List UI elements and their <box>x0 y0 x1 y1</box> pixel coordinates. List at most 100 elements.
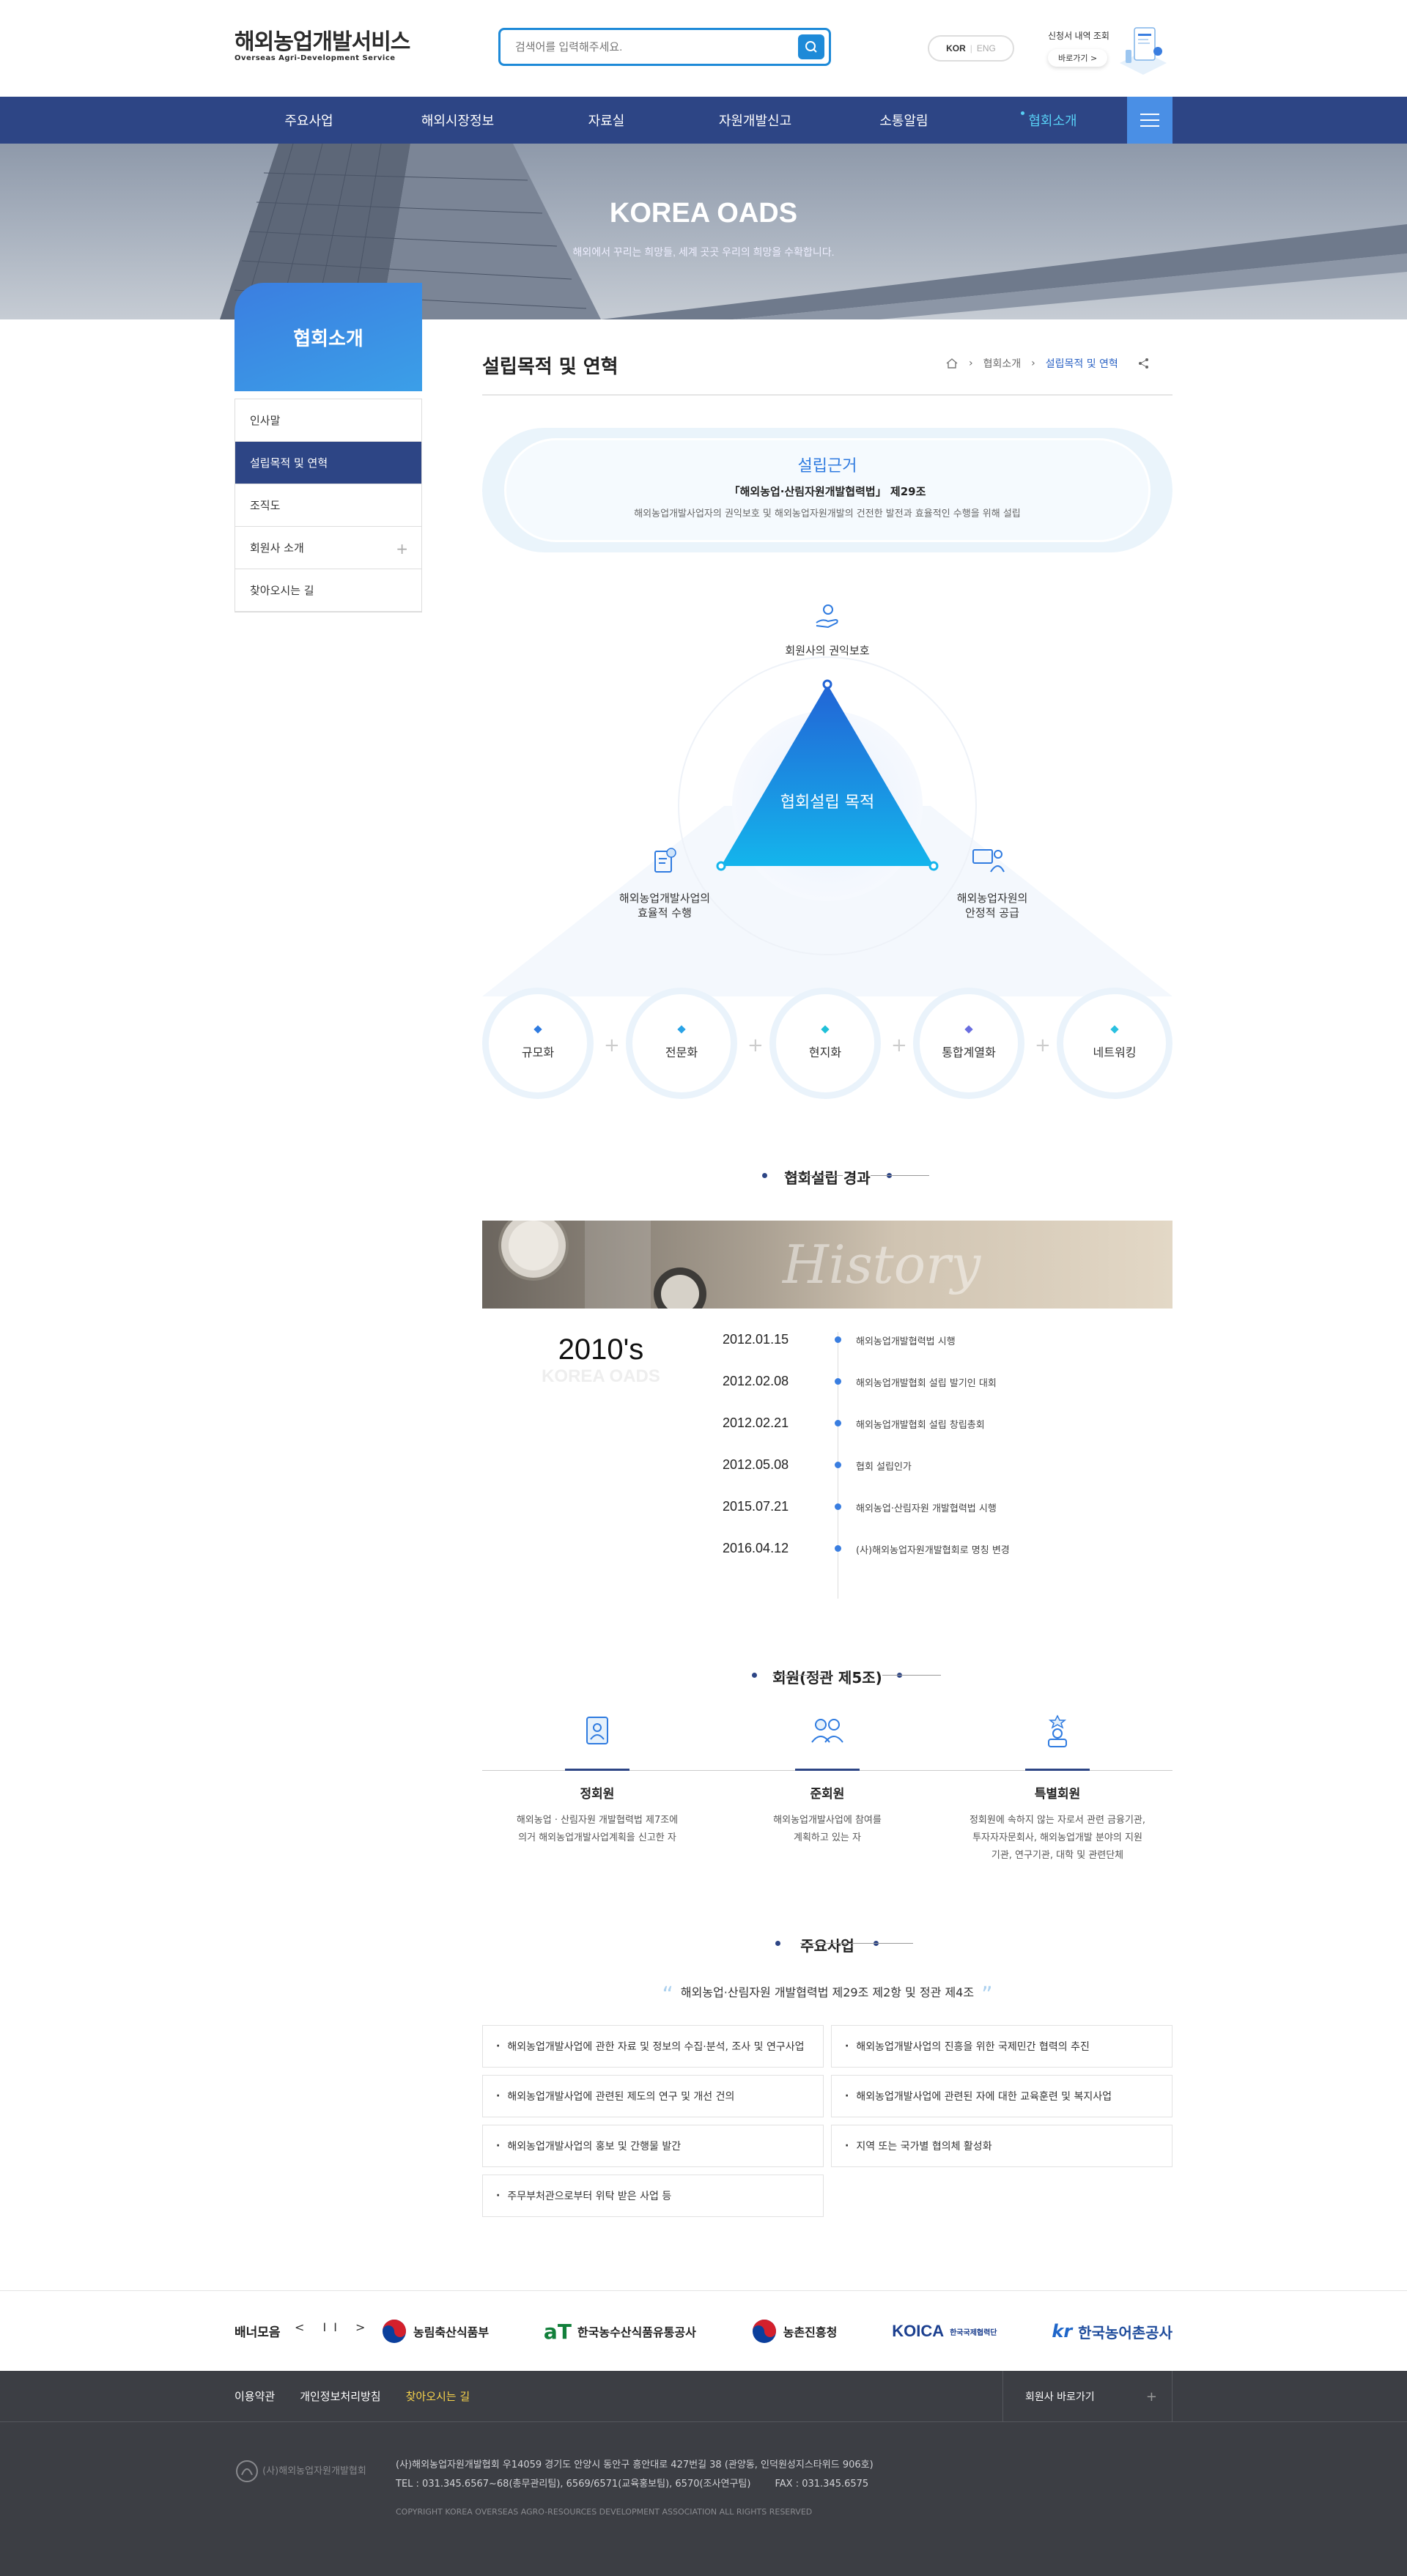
basis-title: 설립근거 <box>797 457 857 475</box>
strategy-circle: 네트워킹 <box>1057 988 1172 1099</box>
close-quote-icon: ” <box>981 1983 993 2008</box>
gnb-item-notice[interactable]: 소통알림 <box>830 97 978 144</box>
member-types: 정회원 해외농업 · 산림자원 개발협력법 제7조에 의거 해외농업개발사업계획을… <box>482 1714 1172 1883</box>
family-site-select[interactable]: 회원사 바로가기 + <box>1002 2371 1172 2422</box>
at-logo-icon: aT <box>543 2319 572 2344</box>
side-menu-members[interactable]: 회원사 소개 + <box>235 527 421 569</box>
diamond-icon <box>821 1025 830 1034</box>
home-icon[interactable] <box>945 358 959 369</box>
application-lookup: 신청서 내역 조회 바로가기 > <box>1048 27 1180 81</box>
side-menu-greeting[interactable]: 인사말 <box>235 399 421 442</box>
gnb-item-main-business[interactable]: 주요사업 <box>234 97 383 144</box>
business-item: 주무부처관으로부터 위탁 받은 사업 등 <box>482 2175 824 2217</box>
banner-logo-mafra[interactable]: 농림축산식품부 <box>381 2318 489 2344</box>
banner-logo-at[interactable]: aT 한국농수산식품유통공사 <box>544 2320 696 2344</box>
banner-zone: 배너모음 < II > 농림축산식품부 aT 한국농수산식품유통공사 농촌진흥청… <box>0 2290 1407 2371</box>
business-item: 해외농업개발사업의 홍보 및 간행물 발간 <box>482 2125 824 2167</box>
taegeuk-icon <box>752 2320 776 2343</box>
side-menu-directions[interactable]: 찾아오시는 길 <box>235 569 421 612</box>
section-title-members: 회원(정관 제5조) <box>482 1666 1172 1687</box>
banner-logo-krc[interactable]: kr 한국농어촌공사 <box>1052 2321 1172 2342</box>
footer-tel: TEL : 031.345.6567~68(총무관리팀), 6569/6571(… <box>396 2479 869 2490</box>
timeline-item: 2015.07.21 해외농업·산림자원 개발협력법 시행 <box>723 1499 997 1514</box>
search-button[interactable] <box>798 34 824 59</box>
plus-icon: + <box>1035 1035 1051 1056</box>
gnb-item-about[interactable]: 협회소개 <box>978 97 1127 144</box>
plus-icon: + <box>396 540 408 558</box>
language-switch: KOR | ENG <box>928 35 1014 62</box>
footer-link-privacy[interactable]: 개인정보처리방침 <box>300 2388 380 2404</box>
banner-logo-koica[interactable]: KOICA 한국국제협력단 <box>892 2322 997 2341</box>
gnb-item-library[interactable]: 자료실 <box>532 97 681 144</box>
diamond-icon <box>1110 1025 1119 1034</box>
purpose-top-label: 회원사의 권익보호 <box>785 644 870 657</box>
search-box <box>498 28 831 66</box>
hand-person-icon <box>816 604 838 629</box>
timeline-item: 2012.01.15 해외농업개발협력법 시행 <box>723 1332 956 1347</box>
side-menu: 인사말 설립목적 및 연혁 조직도 회원사 소개 + 찾아오시는 길 <box>234 399 422 612</box>
lang-divider: | <box>970 43 972 53</box>
member-type-associate: 준회원 해외농업개발사업에 참여를 계획하고 있는 자 <box>712 1714 942 1883</box>
side-menu-organization[interactable]: 조직도 <box>235 484 421 527</box>
footer-address: (사)해외농업자원개발협회 우14059 경기도 안양시 동안구 흥안대로 42… <box>396 2460 874 2470</box>
era-sub-label: KOREA OADS <box>542 1366 660 1386</box>
footer-info: (사)해외농업자원개발협회 우14059 경기도 안양시 동안구 흥안대로 42… <box>396 2456 874 2494</box>
timeline-item: 2012.02.08 해외농업개발협회 설립 발기인 대회 <box>723 1374 997 1389</box>
search-input[interactable] <box>501 30 779 64</box>
era-label: 2010's <box>558 1333 644 1366</box>
building-image <box>220 144 1407 319</box>
footer-link-terms[interactable]: 이용약관 <box>234 2388 275 2404</box>
history-timeline: 2012.01.15 해외농업개발협력법 시행 2012.02.08 해외농업개발협… <box>723 1332 1162 1599</box>
basis-law: 「해외농업·산림자원개발협력법」 제29조 <box>728 485 926 498</box>
footer: 이용약관 개인정보처리방침 찾아오시는 길 회원사 바로가기 + (사)해외농업… <box>0 2371 1407 2576</box>
member-type-title: 정회원 <box>580 1787 615 1802</box>
compass-illustration-icon <box>498 1221 706 1309</box>
application-lookup-button[interactable]: 바로가기 > <box>1048 49 1108 67</box>
strategy-circle: 통합계열화 <box>913 988 1024 1099</box>
business-list: 해외농업개발사업에 관한 자료 및 정보의 수집·분석, 조사 및 연구사업 해… <box>482 2025 1172 2217</box>
footer-logo: (사)해외농업자원개발협회 <box>234 2459 366 2492</box>
strategy-circle: 전문화 <box>626 988 737 1099</box>
banner-title: 배너모음 <box>234 2325 281 2340</box>
section-title-history: 협회설립 경과 <box>482 1166 1172 1188</box>
breadcrumb-item[interactable]: 협회소개 <box>983 356 1022 371</box>
side-menu-purpose-history[interactable]: 설립목적 및 연혁 <box>235 442 421 484</box>
purpose-diagram: 회원사의 권익보호 협회설립 목적 해외농업개발사업의 효율적 수행 해외농업자… <box>482 586 1172 1114</box>
footer-link-directions[interactable]: 찾아오시는 길 <box>406 2388 470 2404</box>
business-item: 해외농업개발사업에 관련된 자에 대한 교육훈련 및 복지사업 <box>831 2075 1172 2117</box>
breadcrumb-current[interactable]: 설립목적 및 연혁 <box>1046 356 1118 371</box>
business-item: 지역 또는 국가별 협의체 활성화 <box>831 2125 1172 2167</box>
person-star-icon <box>1048 1714 1067 1747</box>
section-title-business: 주요사업 <box>482 1934 1172 1955</box>
all-menu-button[interactable] <box>1127 97 1172 144</box>
header: 해외농업개발서비스 Overseas Agri-Development Serv… <box>0 0 1407 97</box>
business-subtitle: “해외농업·산림자원 개발협력법 제29조 제2항 및 정관 제4조” <box>662 1983 993 2008</box>
lnb-title: 협회소개 <box>234 283 422 391</box>
chevron-right-icon: › <box>969 358 973 369</box>
basis-description: 해외농업개발사업자의 권익보호 및 해외농업자원개발의 건전한 발전과 효율적인… <box>634 508 1021 519</box>
banner-logos: 농림축산식품부 aT 한국농수산식품유통공사 농촌진흥청 KOICA 한국국제협… <box>381 2313 1172 2350</box>
banner-logo-rda[interactable]: 농촌진흥청 <box>751 2318 837 2344</box>
person-badge-icon <box>586 1717 608 1744</box>
strategy-circle: 현지화 <box>769 988 881 1099</box>
title-divider <box>482 394 1172 396</box>
lang-kor[interactable]: KOR <box>946 43 966 53</box>
breadcrumb: › 협회소개 › 설립목적 및 연혁 <box>945 356 1172 371</box>
history-image-text: History <box>783 1234 981 1295</box>
visual-title: KOREA OADS <box>609 198 798 229</box>
plus-icon: + <box>1145 2388 1157 2405</box>
gnb-item-resource-report[interactable]: 자원개발신고 <box>681 97 830 144</box>
page-title: 설립목적 및 연혁 <box>482 356 618 378</box>
plus-icon: + <box>891 1035 907 1056</box>
plus-icon: + <box>747 1035 764 1056</box>
site-logo[interactable]: 해외농업개발서비스 Overseas Agri-Development Serv… <box>234 31 410 64</box>
lang-eng[interactable]: ENG <box>977 43 996 53</box>
purpose-left-label: 해외농업개발사업의 효율적 수행 <box>618 892 711 919</box>
share-icon[interactable] <box>1136 358 1152 369</box>
sub-visual: KOREA OADS 해외에서 꾸리는 희망들, 세계 곳곳 우리의 희망을 수… <box>0 144 1407 319</box>
banner-controls[interactable]: < II > <box>295 2320 372 2334</box>
member-type-title: 특별회원 <box>1034 1787 1081 1802</box>
purpose-center-label: 협회설립 목적 <box>780 793 875 812</box>
logo-korean: 해외농업개발서비스 <box>234 29 410 55</box>
gnb-item-market-info[interactable]: 해외시장정보 <box>383 97 532 144</box>
